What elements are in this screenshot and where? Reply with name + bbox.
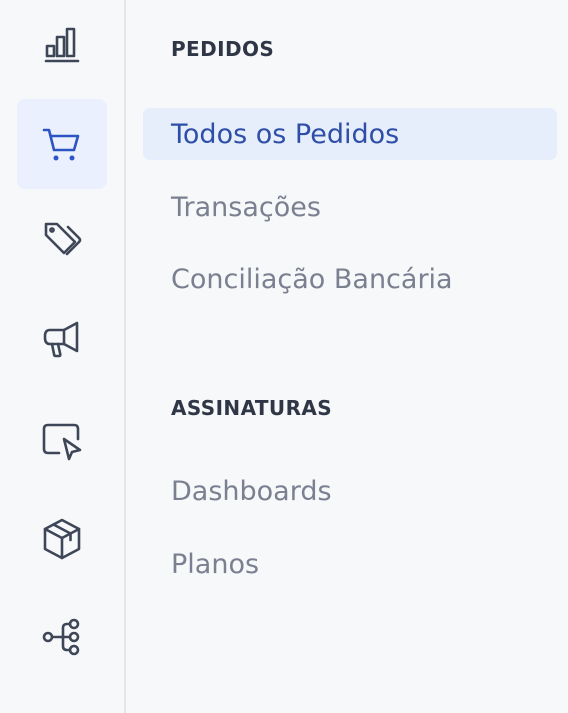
rail-button-pages[interactable] [17, 396, 107, 486]
section-title-assinaturas: ASSINATURAS [171, 396, 333, 420]
workflow-nodes-icon [42, 618, 80, 656]
cursor-window-icon [42, 423, 82, 461]
rail-button-analytics[interactable] [17, 0, 107, 90]
icon-rail [0, 0, 126, 713]
rail-button-tags[interactable] [17, 196, 107, 286]
tags-icon [44, 222, 82, 256]
menu-item-planos[interactable]: Planos [143, 538, 557, 590]
shopping-cart-icon [42, 128, 80, 161]
menu-item-dashboards[interactable]: Dashboards [143, 465, 557, 517]
menu-item-conciliacao-bancaria[interactable]: Conciliação Bancária [143, 253, 557, 305]
megaphone-icon [43, 321, 79, 358]
app-shell: PEDIDOS Todos os Pedidos Transações Conc… [0, 0, 568, 713]
section-title-pedidos: PEDIDOS [171, 37, 275, 61]
analytics-icon [44, 27, 80, 63]
package-box-icon [43, 518, 81, 560]
menu-item-todos-os-pedidos[interactable]: Todos os Pedidos [143, 108, 557, 160]
rail-button-orders[interactable] [17, 99, 107, 189]
submenu-panel: PEDIDOS Todos os Pedidos Transações Conc… [126, 0, 568, 713]
rail-button-marketing[interactable] [17, 294, 107, 384]
rail-button-integrations[interactable] [17, 592, 107, 682]
rail-button-products[interactable] [17, 494, 107, 584]
menu-item-transacoes[interactable]: Transações [143, 181, 557, 233]
